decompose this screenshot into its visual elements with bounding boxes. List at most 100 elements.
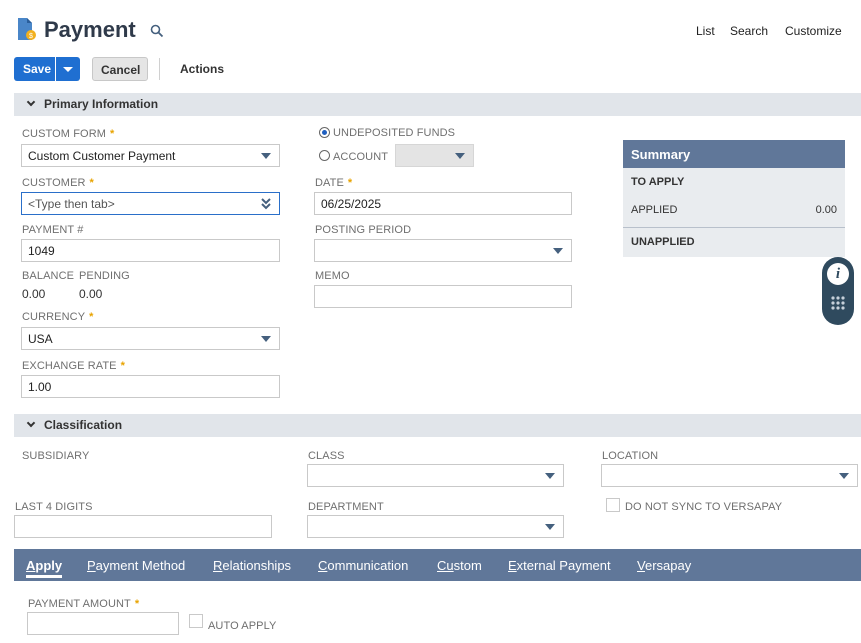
primary-section-header[interactable]: Primary Information [14, 93, 861, 116]
summary-title: Summary [631, 147, 691, 162]
dropdown-arrow-icon [545, 524, 555, 530]
cancel-label: Cancel [101, 63, 141, 77]
tab-relationships-mnemonic: R [213, 558, 223, 573]
class-select[interactable] [307, 464, 564, 487]
tab-custom[interactable]: Custom [437, 558, 482, 573]
chevron-down-icon [26, 418, 36, 428]
balance-label: BALANCE [22, 270, 75, 282]
last-4-digits-input[interactable] [14, 515, 272, 538]
classification-section-title: Classification [44, 418, 123, 432]
customer-input[interactable]: <Type then tab> [21, 192, 280, 215]
posting-period-select[interactable] [314, 239, 572, 262]
location-select[interactable] [601, 464, 858, 487]
custom-form-label: CUSTOM FORM * [22, 128, 115, 140]
tab-versapay-label: ersapay [644, 558, 692, 573]
department-label: DEPARTMENT [308, 501, 384, 513]
pending-label: PENDING [79, 270, 130, 282]
tab-custom-mnemonic: Cu [437, 558, 454, 573]
save-button[interactable]: Save [14, 57, 55, 81]
search-link[interactable]: Search [730, 24, 768, 38]
tab-custom-label: stom [453, 558, 482, 573]
payment-record-icon: $ [16, 16, 36, 42]
save-options-button[interactable] [56, 57, 80, 81]
auto-apply-label: AUTO APPLY [208, 620, 277, 632]
payment-number-value: 1049 [28, 244, 55, 258]
to-apply-label: TO APPLY [631, 176, 685, 188]
account-radio[interactable] [319, 150, 330, 161]
tab-communication[interactable]: Communication [318, 558, 408, 573]
date-label: DATE * [315, 177, 353, 189]
page-title: Payment [44, 17, 136, 42]
payment-number-input[interactable]: 1049 [21, 239, 280, 262]
customize-link[interactable]: Customize [785, 24, 842, 38]
tab-versapay-mnemonic: V [637, 558, 645, 573]
tab-external-payment-label: xternal Payment [516, 558, 611, 573]
tab-external-payment[interactable]: External Payment [508, 558, 611, 573]
chevron-down-icon [26, 97, 36, 107]
exchange-rate-value: 1.00 [28, 380, 52, 394]
memo-label: MEMO [315, 270, 350, 282]
balance-value: 0.00 [22, 287, 46, 301]
dropdown-arrow-icon [553, 248, 563, 254]
search-icon[interactable] [150, 24, 164, 38]
do-not-sync-checkbox[interactable] [606, 498, 620, 512]
actions-menu[interactable]: Actions [180, 62, 224, 76]
svg-text:$: $ [29, 33, 33, 40]
date-input[interactable]: 06/25/2025 [314, 192, 572, 215]
unapplied-label: UNAPPLIED [631, 236, 695, 248]
dropdown-arrow-icon [545, 473, 555, 479]
customer-label: CUSTOMER * [22, 177, 94, 189]
tab-payment-method[interactable]: Payment Method [87, 558, 185, 573]
currency-value: USA [28, 332, 53, 346]
exchange-rate-label: EXCHANGE RATE * [22, 360, 126, 372]
info-icon[interactable]: i [827, 263, 849, 285]
help-widget[interactable]: i [822, 257, 854, 325]
save-label: Save [23, 62, 52, 76]
tab-external-payment-mnemonic: E [508, 558, 517, 573]
grid-menu-icon[interactable] [830, 295, 846, 311]
last-4-digits-label: LAST 4 DIGITS [15, 501, 93, 513]
tab-versapay[interactable]: Versapay [637, 558, 691, 573]
dropdown-arrow-icon [261, 153, 271, 159]
chevron-down-icon [63, 67, 73, 72]
exchange-rate-input[interactable]: 1.00 [21, 375, 280, 398]
payment-number-label: PAYMENT # [22, 224, 84, 236]
pending-value: 0.00 [79, 287, 103, 301]
tab-communication-label: ommunication [327, 558, 409, 573]
list-link[interactable]: List [696, 24, 715, 38]
memo-input[interactable] [314, 285, 572, 308]
custom-form-select[interactable]: Custom Customer Payment [21, 144, 280, 167]
auto-apply-checkbox[interactable] [189, 614, 203, 628]
applied-value: 0.00 [815, 204, 837, 216]
tab-apply-label: pply [35, 558, 63, 573]
tab-relationships-label: elationships [222, 558, 292, 573]
currency-select[interactable]: USA [21, 327, 280, 350]
location-label: LOCATION [602, 450, 659, 462]
tab-relationships[interactable]: Relationships [213, 558, 291, 573]
department-select[interactable] [307, 515, 564, 538]
do-not-sync-label: DO NOT SYNC TO VERSAPAY [625, 501, 783, 513]
toolbar-divider [159, 58, 160, 80]
date-value: 06/25/2025 [321, 197, 382, 211]
payment-amount-input[interactable] [27, 612, 179, 635]
class-label: CLASS [308, 450, 345, 462]
tab-payment-method-label: ayment Method [95, 558, 186, 573]
customer-placeholder: <Type then tab> [28, 197, 115, 211]
summary-panel: Summary TO APPLY APPLIED 0.00 UNAPPLIED [623, 140, 845, 257]
cancel-button[interactable]: Cancel [92, 57, 148, 81]
double-chevron-down-icon[interactable] [260, 196, 272, 210]
account-label: ACCOUNT [333, 151, 389, 163]
summary-header: Summary [623, 140, 845, 168]
account-select[interactable] [395, 144, 474, 167]
undeposited-funds-label: UNDEPOSITED FUNDS [333, 127, 456, 139]
subsidiary-label: SUBSIDIARY [22, 450, 90, 462]
tab-apply-mnemonic: A [26, 558, 36, 573]
classification-section-header[interactable]: Classification [14, 414, 861, 437]
applied-label: APPLIED [631, 204, 678, 216]
tab-communication-mnemonic: C [318, 558, 328, 573]
dropdown-arrow-icon [455, 153, 465, 159]
payment-amount-label: PAYMENT AMOUNT * [28, 598, 140, 610]
undeposited-funds-radio[interactable] [319, 127, 330, 138]
posting-period-label: POSTING PERIOD [315, 224, 412, 236]
tab-apply[interactable]: Apply [26, 558, 63, 578]
